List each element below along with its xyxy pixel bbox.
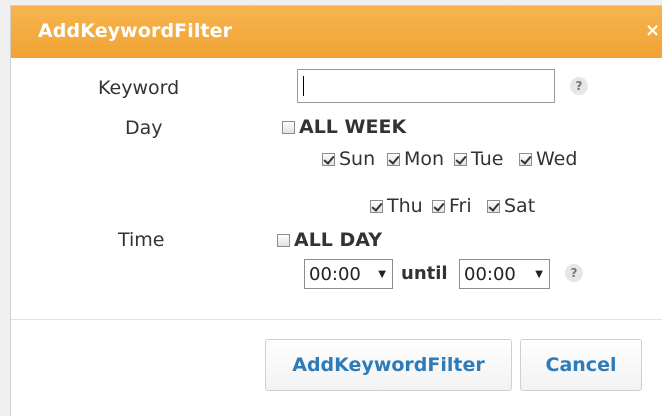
end-time-select[interactable]: 00:00 ▼ xyxy=(459,259,550,289)
day-label-thu: Thu xyxy=(387,195,423,217)
all-day-checkbox-box[interactable] xyxy=(277,233,290,247)
day-checkbox-mon-box[interactable] xyxy=(387,152,400,166)
day-checkbox-sat-box[interactable] xyxy=(487,199,500,213)
day-label: Day xyxy=(125,117,163,139)
until-label: until xyxy=(401,263,448,284)
day-label-sun: Sun xyxy=(339,148,376,170)
day-label-mon: Mon xyxy=(404,148,445,170)
all-day-checkbox[interactable]: ALL DAY xyxy=(277,229,382,251)
day-label-fri: Fri xyxy=(449,195,472,217)
day-checkbox-tue-box[interactable] xyxy=(454,152,467,166)
keyword-label: Keyword xyxy=(98,77,180,99)
day-checkbox-fri[interactable]: Fri xyxy=(432,195,472,217)
day-checkbox-sat[interactable]: Sat xyxy=(487,195,535,217)
dialog-title: AddKeywordFilter xyxy=(38,20,233,42)
dialog-titlebar[interactable]: AddKeywordFilter × xyxy=(11,6,662,58)
all-week-label: ALL WEEK xyxy=(299,116,407,138)
day-checkbox-thu-box[interactable] xyxy=(370,199,383,213)
footer-divider xyxy=(11,319,662,320)
day-label-tue: Tue xyxy=(471,148,504,170)
day-checkbox-wed[interactable]: Wed xyxy=(519,148,577,170)
chevron-down-icon: ▼ xyxy=(535,269,543,280)
day-label-wed: Wed xyxy=(536,148,578,170)
cancel-button[interactable]: Cancel xyxy=(520,339,642,391)
day-checkbox-sun[interactable]: Sun xyxy=(322,148,375,170)
close-icon[interactable]: × xyxy=(645,20,662,41)
start-time-value: 00:00 xyxy=(309,263,361,285)
add-keyword-filter-button[interactable]: AddKeywordFilter xyxy=(265,339,512,391)
end-time-value: 00:00 xyxy=(464,263,516,285)
add-keyword-filter-dialog: AddKeywordFilter × Keyword ? Day ALL WEE… xyxy=(10,5,662,416)
start-time-select[interactable]: 00:00 ▼ xyxy=(304,259,393,289)
day-checkbox-mon[interactable]: Mon xyxy=(387,148,444,170)
day-checkbox-fri-box[interactable] xyxy=(432,199,445,213)
keyword-input[interactable] xyxy=(297,69,555,103)
day-label-sat: Sat xyxy=(504,195,536,217)
time-help-icon[interactable]: ? xyxy=(565,264,583,282)
all-week-checkbox[interactable]: ALL WEEK xyxy=(282,116,406,138)
all-day-label: ALL DAY xyxy=(294,229,382,251)
chevron-down-icon: ▼ xyxy=(378,269,386,280)
keyword-help-icon[interactable]: ? xyxy=(570,77,588,95)
day-checkbox-thu[interactable]: Thu xyxy=(370,195,423,217)
all-week-checkbox-box[interactable] xyxy=(282,120,295,134)
day-checkbox-tue[interactable]: Tue xyxy=(454,148,503,170)
day-checkbox-sun-box[interactable] xyxy=(322,152,335,166)
day-checkbox-wed-box[interactable] xyxy=(519,152,532,166)
text-cursor xyxy=(303,76,304,96)
time-label: Time xyxy=(118,229,165,251)
